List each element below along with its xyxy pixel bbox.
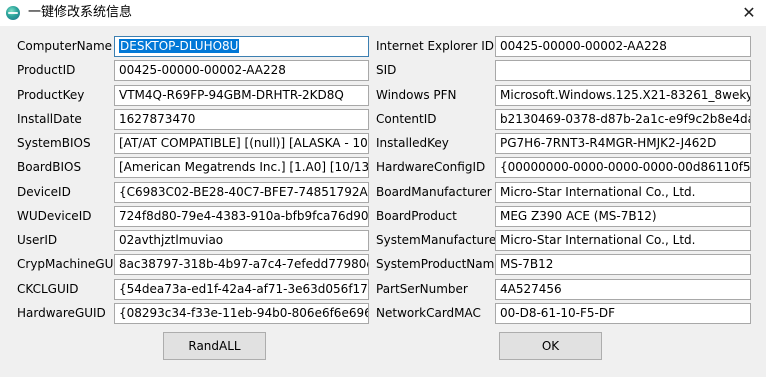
systemproductname-field[interactable]: MS-7B12: [495, 254, 751, 275]
close-icon[interactable]: ✕: [732, 0, 766, 26]
windows-pfn-field[interactable]: Microsoft.Windows.125.X21-83261_8wekyb3: [495, 85, 751, 106]
windows-pfn-label: Windows PFN: [376, 88, 457, 102]
productid-field[interactable]: 00425-00000-00002-AA228: [114, 60, 369, 81]
ok-button[interactable]: OK: [499, 332, 602, 360]
internet-explorer-id-field[interactable]: 00425-00000-00002-AA228: [495, 36, 751, 57]
boardmanufacturer-label: BoardManufacturer: [376, 185, 492, 199]
userid-field[interactable]: 02avthjztlmuviao: [114, 230, 369, 251]
hardwareconfigid-field[interactable]: {00000000-0000-0000-0000-00d86110f5df}: [495, 157, 751, 178]
boardbios-field[interactable]: [American Megatrends Inc.] [1.A0] [10/13…: [114, 157, 369, 178]
contentid-label: ContentID: [376, 112, 437, 126]
contentid-field[interactable]: b2130469-0378-d87b-2a1c-e9f9c2b8e4da: [495, 109, 751, 130]
computername-label: ComputerName: [17, 39, 113, 53]
boardproduct-label: BoardProduct: [376, 209, 457, 223]
computername-selected-text: DESKTOP-DLUHO8U: [119, 39, 240, 53]
installdate-field[interactable]: 1627873470: [114, 109, 369, 130]
installedkey-label: InstalledKey: [376, 136, 449, 150]
sid-label: SID: [376, 63, 397, 77]
systemproductname-label: SystemProductName: [376, 257, 502, 271]
networkcardmac-label: NetworkCardMAC: [376, 306, 481, 320]
deviceid-field[interactable]: {C6983C02-BE28-40C7-BFE7-74851792AE07: [114, 182, 369, 203]
crypmachineguid-field[interactable]: 8ac38797-318b-4b97-a7c4-7efedd77980e: [114, 254, 369, 275]
productkey-label: ProductKey: [17, 88, 85, 102]
boardmanufacturer-field[interactable]: Micro-Star International Co., Ltd.: [495, 182, 751, 203]
title-bar: 一键修改系统信息 ✕: [0, 0, 766, 26]
hardwareconfigid-label: HardwareConfigID: [376, 160, 486, 174]
systembios-label: SystemBIOS: [17, 136, 91, 150]
boardproduct-field[interactable]: MEG Z390 ACE (MS-7B12): [495, 206, 751, 227]
systemmanufacturer-field[interactable]: Micro-Star International Co., Ltd.: [495, 230, 751, 251]
app-globe-icon: [6, 6, 20, 20]
wudeviceid-field[interactable]: 724f8d80-79e4-4383-910a-bfb9fca76d90: [114, 206, 369, 227]
partsernumber-field[interactable]: 4A527456: [495, 279, 751, 300]
ckclguid-label: CKCLGUID: [17, 282, 79, 296]
window-title: 一键修改系统信息: [28, 5, 133, 20]
deviceid-label: DeviceID: [17, 185, 71, 199]
sid-field[interactable]: [495, 60, 751, 81]
networkcardmac-field[interactable]: 00-D8-61-10-F5-DF: [495, 303, 751, 324]
boardbios-label: BoardBIOS: [17, 160, 82, 174]
rand-all-button[interactable]: RandALL: [163, 332, 266, 360]
installdate-label: InstallDate: [17, 112, 82, 126]
wudeviceid-label: WUDeviceID: [17, 209, 92, 223]
partsernumber-label: PartSerNumber: [376, 282, 468, 296]
dialog-client-area: RandALL OK ComputerName DESKTOP-DLUHO8U Pr…: [0, 26, 766, 377]
productid-label: ProductID: [17, 63, 76, 77]
computername-field[interactable]: DESKTOP-DLUHO8U: [114, 36, 369, 57]
installedkey-field[interactable]: PG7H6-7RNT3-R4MGR-HMJK2-J462D: [495, 133, 751, 154]
systembios-field[interactable]: [AT/AT COMPATIBLE] [(null)] [ALASKA - 10…: [114, 133, 369, 154]
systemmanufacturer-label: SystemManufacturer: [376, 233, 502, 247]
productkey-field[interactable]: VTM4Q-R69FP-94GBM-DRHTR-2KD8Q: [114, 85, 369, 106]
hardwareguid-field[interactable]: {08293c34-f33e-11eb-94b0-806e6f6e6963}: [114, 303, 369, 324]
internet-explorer-id-label: Internet Explorer ID: [376, 39, 495, 53]
hardwareguid-label: HardwareGUID: [17, 306, 106, 320]
crypmachineguid-label: CrypMachineGUID: [17, 257, 127, 271]
ckclguid-field[interactable]: {54dea73a-ed1f-42a4-af71-3e63d056f174}: [114, 279, 369, 300]
userid-label: UserID: [17, 233, 58, 247]
